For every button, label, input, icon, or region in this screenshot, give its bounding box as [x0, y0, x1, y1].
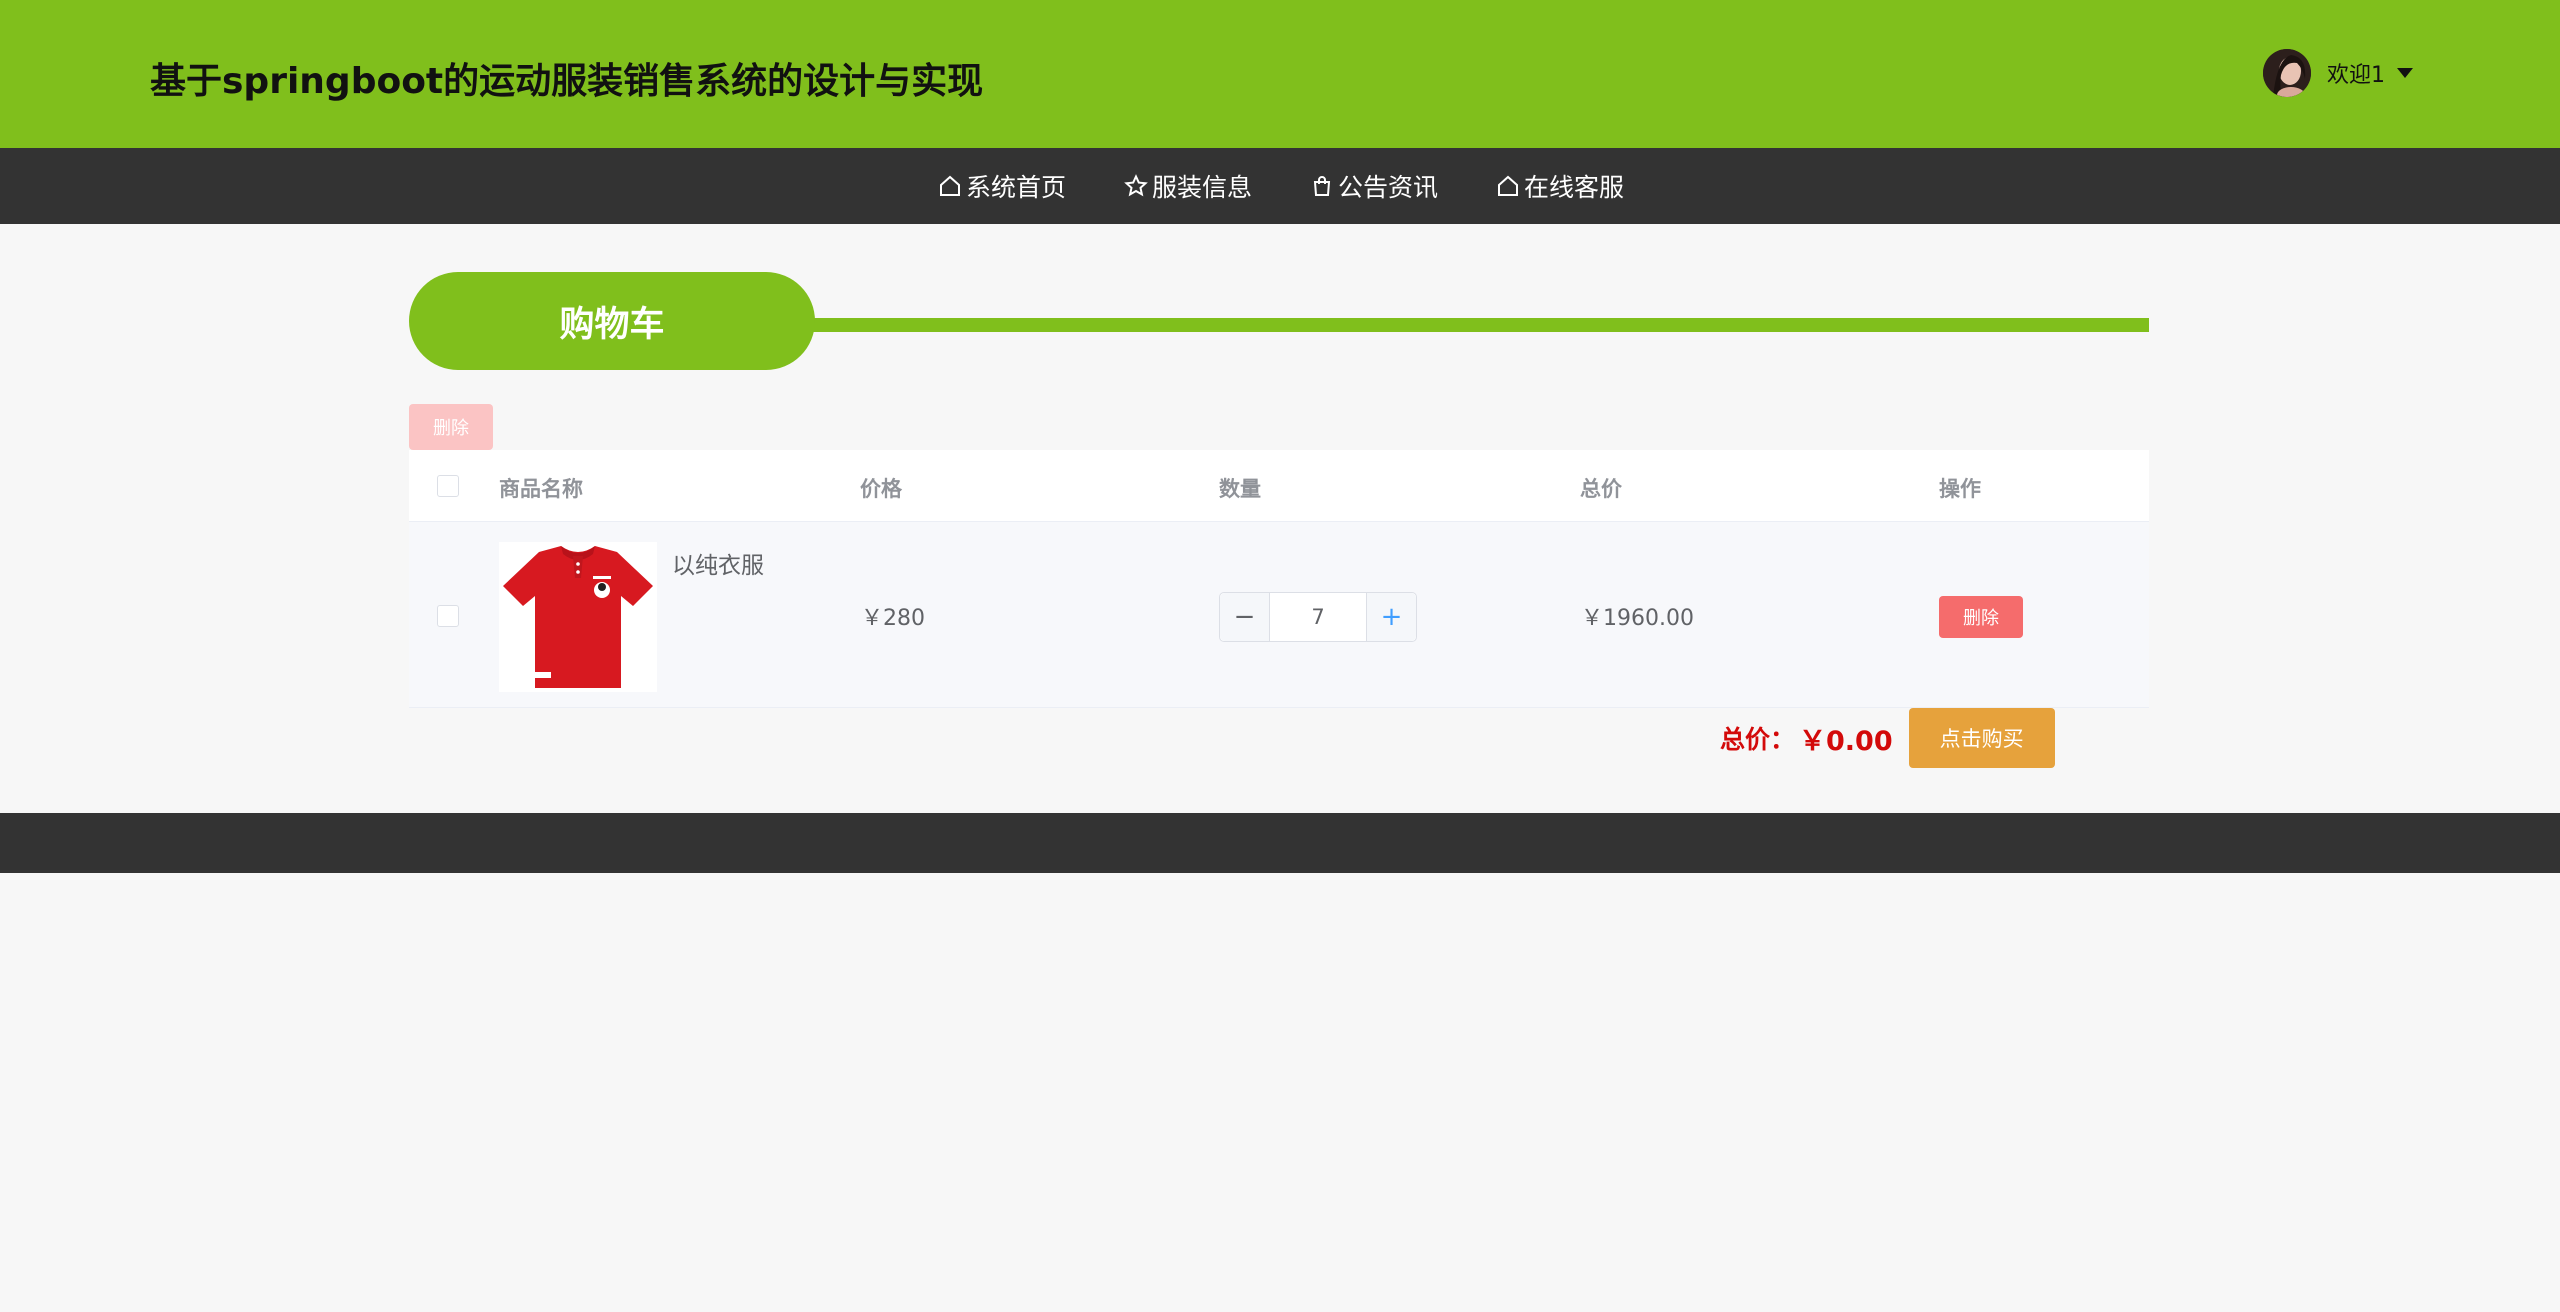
- site-header: 基于springboot的运动服装销售系统的设计与实现 欢迎1: [0, 0, 2560, 148]
- select-all-checkbox[interactable]: [437, 475, 459, 497]
- bulk-delete-button[interactable]: 删除: [409, 404, 493, 450]
- page-title: 购物车: [409, 272, 815, 370]
- home-icon: [940, 175, 960, 196]
- table-row: 以纯衣服 ￥280 − + ￥1960.00 删除: [409, 522, 2149, 708]
- user-menu[interactable]: 欢迎1: [2263, 49, 2413, 97]
- quantity-stepper[interactable]: − +: [1219, 592, 1417, 642]
- total-label: 总价：: [1720, 725, 1796, 754]
- cart-summary: 总价： ￥0.00 点击购买: [1720, 708, 2055, 768]
- nav-item-news[interactable]: 公告资讯: [1310, 168, 1438, 204]
- nav-item-label: 服装信息: [1152, 173, 1253, 202]
- nav-item-service[interactable]: 在线客服: [1496, 168, 1624, 204]
- caret-down-icon[interactable]: [2397, 68, 2413, 78]
- nav-item-label: 系统首页: [966, 173, 1067, 202]
- main-nav: 系统首页 服装信息 公告资讯 在线客服: [0, 148, 2560, 224]
- table-header: 商品名称 价格 数量 总价 操作: [409, 450, 2149, 522]
- product-image[interactable]: [499, 542, 657, 692]
- site-footer: [0, 813, 2560, 873]
- nav-item-label: 在线客服: [1524, 173, 1625, 202]
- increase-button[interactable]: +: [1366, 593, 1416, 641]
- total-value: ￥0.00: [1799, 725, 1893, 757]
- column-header-price: 价格: [860, 477, 902, 501]
- cart-table: 商品名称 价格 数量 总价 操作 以纯衣服 ￥280 − 7 + ￥1960.0…: [409, 450, 2149, 708]
- decrease-button[interactable]: −: [1220, 593, 1270, 641]
- welcome-text[interactable]: 欢迎1: [2327, 57, 2385, 89]
- home-icon: [1498, 175, 1519, 196]
- product-name[interactable]: 以纯衣服: [672, 546, 764, 580]
- nav-item-label: 公告资讯: [1338, 173, 1439, 202]
- section-header: 购物车: [409, 272, 2149, 370]
- buy-button[interactable]: 点击购买: [1908, 708, 2055, 768]
- column-header-total: 总价: [1580, 477, 1622, 501]
- delete-row-button[interactable]: 删除: [1939, 596, 2023, 638]
- nav-item-home[interactable]: 系统首页: [938, 168, 1066, 204]
- bag-icon: [1313, 176, 1331, 196]
- avatar[interactable]: [2263, 49, 2311, 97]
- line-total: ￥1960.00: [1581, 606, 1694, 631]
- nav-item-clothing[interactable]: 服装信息: [1124, 168, 1252, 204]
- column-header-quantity: 数量: [1219, 477, 1261, 501]
- section-divider: [809, 318, 2149, 332]
- unit-price: ￥280: [861, 606, 925, 631]
- quantity-input[interactable]: [1270, 593, 1366, 641]
- column-header-name: 商品名称: [499, 477, 583, 501]
- site-title: 基于springboot的运动服装销售系统的设计与实现: [150, 61, 984, 102]
- star-icon: [1124, 174, 1148, 197]
- row-checkbox[interactable]: [437, 605, 459, 627]
- column-header-action: 操作: [1939, 477, 1981, 501]
